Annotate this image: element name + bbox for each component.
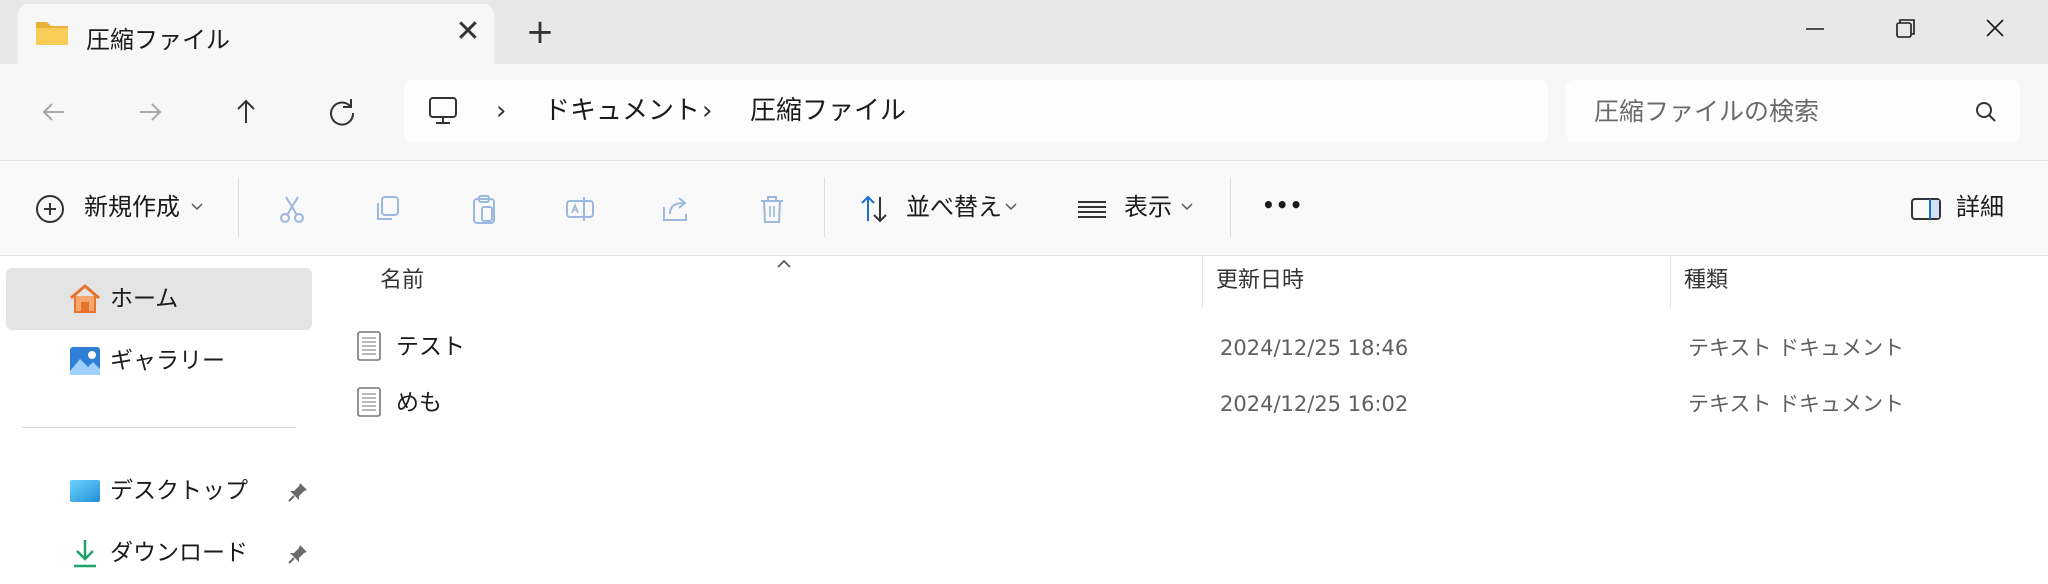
minimize-button[interactable] — [1770, 0, 1860, 58]
new-button-label: 新規作成 — [84, 193, 180, 221]
view-button-label: 表示 — [1124, 193, 1172, 221]
up-button[interactable] — [220, 86, 272, 138]
refresh-icon — [330, 99, 355, 126]
column-separator[interactable] — [1202, 256, 1203, 308]
pin-icon[interactable] — [286, 480, 310, 504]
this-pc-icon[interactable] — [426, 94, 460, 128]
column-header-type[interactable]: 種類 — [1684, 266, 1728, 296]
chevron-down-icon — [190, 199, 204, 213]
more-options-button[interactable]: ••• — [1256, 181, 1312, 233]
folder-icon — [34, 18, 70, 48]
clipboard-icon — [468, 193, 500, 225]
download-icon — [68, 537, 102, 569]
sidebar-item-downloads[interactable]: ダウンロード — [6, 522, 312, 584]
sidebar-item-label: ホーム — [110, 286, 179, 312]
title-bar: 圧縮ファイル ✕ + — [0, 0, 2048, 64]
breadcrumb-separator[interactable]: › — [496, 94, 506, 128]
search-icon[interactable] — [1972, 98, 2000, 126]
share-icon — [660, 193, 692, 225]
plus-circle-icon — [34, 193, 66, 225]
navigation-bar: › ドキュメント › 圧縮ファイル — [0, 64, 2048, 161]
copy-button[interactable] — [366, 181, 410, 233]
sidebar-item-home[interactable]: ホーム — [6, 268, 312, 330]
chevron-down-icon — [1004, 199, 1018, 213]
refresh-button[interactable] — [316, 86, 368, 138]
pin-icon[interactable] — [286, 542, 310, 566]
copy-icon — [372, 193, 404, 225]
minimize-icon — [1806, 28, 1824, 30]
chevron-down-icon — [1180, 199, 1194, 213]
rename-button[interactable] — [558, 181, 602, 233]
restore-icon — [1896, 19, 1915, 38]
address-bar[interactable]: › ドキュメント › 圧縮ファイル — [404, 80, 1548, 142]
table-row[interactable]: テスト 2024/12/25 18:46 テキスト ドキュメント — [356, 320, 2048, 374]
command-separator — [1230, 177, 1231, 237]
arrow-left-icon — [42, 103, 64, 121]
column-header-name[interactable]: 名前 — [380, 266, 424, 296]
restore-button[interactable] — [1860, 0, 1950, 58]
breadcrumb-separator[interactable]: › — [702, 94, 712, 128]
paste-button[interactable] — [462, 181, 506, 233]
scissors-icon — [276, 193, 308, 225]
sort-ascending-icon — [774, 256, 794, 270]
details-pane-label: 詳細 — [1956, 193, 2004, 221]
column-header-modified[interactable]: 更新日時 — [1216, 266, 1304, 296]
sidebar-item-label: デスクトップ — [110, 478, 248, 504]
back-button[interactable] — [28, 86, 80, 138]
breadcrumb-current-folder[interactable]: 圧縮ファイル — [750, 96, 906, 126]
text-file-icon — [356, 386, 382, 418]
sidebar-item-label: ダウンロード — [110, 540, 248, 566]
home-icon — [68, 283, 102, 315]
sidebar-item-label: ギャラリー — [110, 348, 225, 374]
sidebar-divider — [22, 427, 296, 428]
search-input[interactable] — [1594, 96, 1954, 126]
file-type: テキスト ドキュメント — [1688, 392, 1905, 416]
view-button[interactable]: 表示 — [1072, 181, 1202, 233]
navigation-pane: ホーム ギャラリー デスクトップ ダウンロード — [0, 256, 318, 572]
rename-icon — [564, 193, 596, 225]
trash-icon — [756, 193, 788, 225]
file-name: めも — [396, 390, 442, 416]
close-window-button[interactable] — [1950, 0, 2040, 58]
sidebar-item-desktop[interactable]: デスクトップ — [6, 460, 312, 522]
file-modified: 2024/12/25 16:02 — [1220, 392, 1409, 416]
new-tab-button[interactable]: + — [520, 12, 560, 52]
tab-close-icon[interactable]: ✕ — [450, 14, 486, 50]
sidebar-item-gallery[interactable]: ギャラリー — [6, 330, 312, 392]
share-button[interactable] — [654, 181, 698, 233]
details-pane-button[interactable]: 詳細 — [1906, 181, 2026, 233]
sort-button-label: 並べ替え — [906, 193, 1002, 221]
forward-button[interactable] — [124, 86, 176, 138]
tab-current[interactable]: 圧縮ファイル ✕ — [18, 4, 494, 64]
column-separator[interactable] — [1670, 256, 1671, 308]
file-modified: 2024/12/25 18:46 — [1220, 336, 1409, 360]
close-icon — [1986, 19, 2004, 37]
desktop-icon — [68, 475, 102, 507]
sort-icon — [858, 193, 890, 225]
command-bar: 新規作成 並べ替え 表示 ••• 詳細 — [0, 161, 2048, 256]
file-type: テキスト ドキュメント — [1688, 336, 1905, 360]
list-view-icon — [1076, 193, 1108, 225]
command-separator — [824, 177, 825, 237]
search-box[interactable] — [1566, 80, 2020, 142]
delete-button[interactable] — [750, 181, 794, 233]
new-button[interactable]: 新規作成 — [30, 181, 210, 233]
breadcrumb-documents[interactable]: ドキュメント — [544, 96, 700, 126]
cut-button[interactable] — [270, 181, 314, 233]
gallery-icon — [68, 345, 102, 377]
tab-title: 圧縮ファイル — [86, 26, 230, 54]
arrow-right-icon — [140, 103, 162, 121]
file-list: 名前 更新日時 種類 テスト 2024/12/25 18:46 テキスト ドキュ… — [320, 256, 2048, 572]
table-row[interactable]: めも 2024/12/25 16:02 テキスト ドキュメント — [356, 376, 2048, 430]
command-separator — [238, 177, 239, 237]
sort-button[interactable]: 並べ替え — [854, 181, 1024, 233]
details-pane-icon — [1910, 193, 1942, 225]
file-name: テスト — [396, 334, 465, 360]
arrow-up-icon — [237, 99, 255, 123]
text-file-icon — [356, 330, 382, 362]
more-icon: ••• — [1262, 193, 1304, 217]
